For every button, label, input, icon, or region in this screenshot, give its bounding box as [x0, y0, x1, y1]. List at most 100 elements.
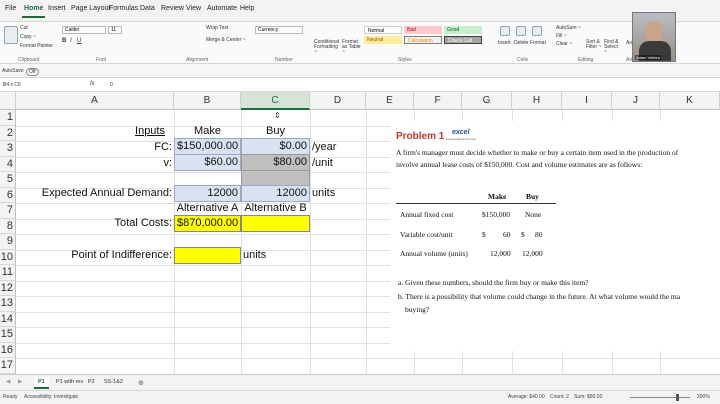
sort-filter-button[interactable]: Sort & Filter ~: [586, 40, 602, 50]
tab-help[interactable]: Help: [240, 5, 254, 12]
clear-button[interactable]: Clear ~: [556, 41, 572, 47]
format-cells-button[interactable]: Format: [530, 40, 546, 46]
row-header-7[interactable]: 7: [0, 203, 16, 219]
cell-b4-v-make[interactable]: $60.00: [174, 154, 241, 171]
accessibility-status[interactable]: Accessibility: Investigate: [24, 394, 78, 400]
cell-c10-poi-unit[interactable]: units: [241, 246, 268, 264]
copy-button[interactable]: Copy ~: [20, 34, 36, 40]
tab-view[interactable]: View: [186, 5, 201, 12]
col-header-b[interactable]: B: [174, 92, 241, 110]
zoom-slider[interactable]: [630, 397, 690, 398]
row-header-3[interactable]: 3: [0, 141, 16, 157]
col-header-e[interactable]: E: [366, 92, 414, 110]
row-header-9[interactable]: 9: [0, 234, 16, 250]
name-box[interactable]: B4 x C6: [3, 82, 21, 88]
problem-image[interactable]: Problem 1 excel www.excelnomics.com A fi…: [390, 121, 720, 351]
sheet-tab-p2[interactable]: P2: [84, 377, 99, 387]
fx-icon[interactable]: fx: [90, 81, 95, 87]
row-header-5[interactable]: 5: [0, 172, 16, 188]
tab-formulas[interactable]: Formulas: [109, 5, 138, 12]
cell-b8-total-make[interactable]: $870,000.00: [174, 215, 241, 232]
row-header-8[interactable]: 8: [0, 218, 16, 234]
tab-data[interactable]: Data: [140, 5, 155, 12]
cell-c3-fc-buy[interactable]: $0.00: [241, 138, 310, 155]
style-calculation[interactable]: Calculation: [404, 36, 442, 44]
cell-d4-v-unit[interactable]: /unit: [310, 154, 335, 172]
row-header-4[interactable]: 4: [0, 156, 16, 172]
wrap-text-button[interactable]: Wrap Text: [206, 25, 228, 31]
cell-a8-total-label[interactable]: Total Costs:: [16, 214, 174, 232]
style-check-cell[interactable]: Check Cell: [444, 36, 482, 44]
formula-input[interactable]: 0: [110, 82, 113, 88]
font-name-select[interactable]: Calibri: [62, 26, 106, 34]
insert-cells-icon[interactable]: [500, 26, 510, 36]
select-all-corner[interactable]: [0, 92, 16, 110]
conditional-formatting-button[interactable]: Conditional Formatting ~: [314, 40, 342, 55]
zoom-level[interactable]: 200%: [697, 394, 710, 400]
row-header-16[interactable]: 16: [0, 342, 16, 358]
col-header-j[interactable]: J: [612, 92, 660, 110]
add-sheet-button[interactable]: ⊕: [134, 377, 148, 389]
delete-cells-icon[interactable]: [516, 26, 526, 36]
row-header-1[interactable]: 1: [0, 110, 16, 126]
delete-cells-button[interactable]: Delete: [514, 40, 528, 46]
row-header-17[interactable]: 17: [0, 358, 16, 374]
tab-home[interactable]: Home: [21, 5, 46, 18]
insert-cells-button[interactable]: Insert: [498, 40, 511, 46]
style-normal[interactable]: Normal: [364, 26, 402, 34]
paste-icon[interactable]: [4, 26, 18, 44]
style-neutral[interactable]: Neutral: [364, 36, 402, 44]
row-header-6[interactable]: 6: [0, 187, 16, 203]
format-cells-icon[interactable]: [532, 26, 542, 36]
col-header-c[interactable]: C: [241, 92, 310, 110]
fill-button[interactable]: Fill ~: [556, 33, 567, 39]
cut-button[interactable]: Cut: [20, 25, 28, 31]
tab-automate[interactable]: Automate: [207, 5, 237, 12]
autosum-button[interactable]: AutoSum ~: [556, 25, 581, 31]
row-header-14[interactable]: 14: [0, 311, 16, 327]
next-sheet-icon[interactable]: ▶: [14, 377, 26, 387]
tab-insert[interactable]: Insert: [48, 5, 66, 12]
col-header-a[interactable]: A: [16, 92, 174, 110]
col-header-k[interactable]: K: [660, 92, 720, 110]
row-header-13[interactable]: 13: [0, 296, 16, 312]
col-header-i[interactable]: I: [562, 92, 612, 110]
sheet-tab-ss-1-2[interactable]: SS-1&2: [100, 377, 127, 387]
cell-a10-poi-label[interactable]: Point of Indifference:: [16, 246, 174, 264]
row-header-12[interactable]: 12: [0, 280, 16, 296]
col-header-d[interactable]: D: [310, 92, 366, 110]
tab-file[interactable]: File: [5, 5, 16, 12]
row-header-11[interactable]: 11: [0, 265, 16, 281]
autosave-toggle[interactable]: Off: [26, 68, 39, 76]
zoom-slider-thumb[interactable]: [676, 394, 679, 401]
format-as-table-button[interactable]: Format as Table ~: [342, 40, 364, 55]
row-header-15[interactable]: 15: [0, 327, 16, 343]
underline-button[interactable]: U: [77, 38, 81, 44]
row-header-2[interactable]: 2: [0, 125, 16, 141]
style-bad[interactable]: Bad: [404, 26, 442, 34]
col-header-h[interactable]: H: [512, 92, 562, 110]
font-size-select[interactable]: 11: [108, 26, 122, 34]
cell-b10-poi-value[interactable]: [174, 247, 241, 264]
merge-center-button[interactable]: Merge & Center ~: [206, 37, 246, 43]
number-format-select[interactable]: Currency: [255, 26, 303, 34]
cell-a4-v-label[interactable]: v:: [16, 154, 174, 172]
cell-d6-demand-unit[interactable]: units: [310, 184, 337, 202]
row-header-10[interactable]: 10: [0, 249, 16, 265]
col-header-f[interactable]: F: [414, 92, 462, 110]
find-select-button[interactable]: Find & Select ~: [604, 40, 622, 55]
bold-button[interactable]: B: [62, 38, 66, 44]
tab-page-layout[interactable]: Page Layout: [71, 5, 110, 12]
cell-b3-fc-make[interactable]: $150,000.00: [174, 138, 241, 155]
prev-sheet-icon[interactable]: ◀: [2, 377, 14, 387]
format-painter-button[interactable]: Format Painter: [20, 43, 53, 49]
sheet-tab-p1-with-rev[interactable]: P1 with rev: [52, 377, 87, 387]
tab-review[interactable]: Review: [161, 5, 184, 12]
cell-c4-v-buy[interactable]: $80.00: [241, 154, 310, 171]
sheet-tab-p1[interactable]: P1: [34, 377, 49, 389]
cell-c8-total-buy[interactable]: [241, 215, 310, 232]
italic-button[interactable]: I: [70, 38, 72, 44]
style-good[interactable]: Good: [444, 26, 482, 34]
col-header-g[interactable]: G: [462, 92, 512, 110]
cell-a6-demand-label[interactable]: Expected Annual Demand:: [16, 184, 174, 202]
